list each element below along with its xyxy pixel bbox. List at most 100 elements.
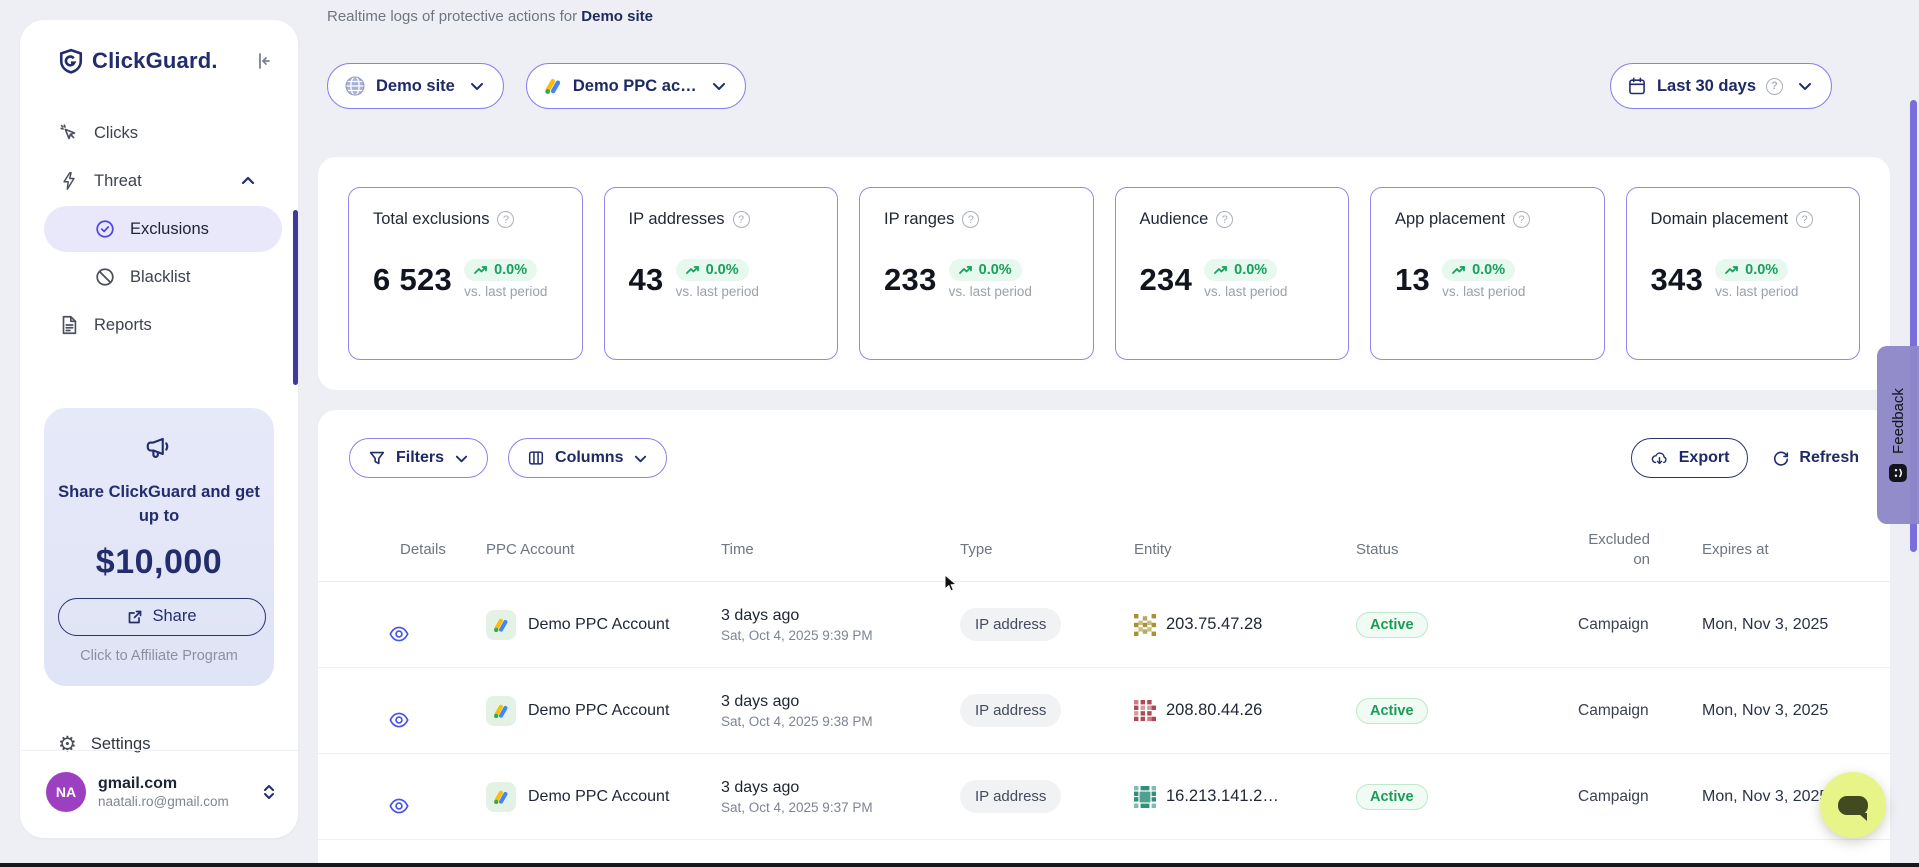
column-header-excluded-on[interactable]: Excluded on [1578, 530, 1668, 569]
cloud-download-icon [1650, 449, 1669, 468]
sidebar-item-label: Clicks [94, 124, 138, 143]
table-row[interactable]: Demo PPC Account 3 days ago Sat, Oct 4, … [318, 582, 1890, 668]
trend-up-icon [474, 264, 488, 276]
help-icon[interactable]: ? [733, 211, 750, 228]
trend-badge: 0.0% [1715, 259, 1788, 281]
sidebar-nav: Clicks Threat Exclusions [20, 110, 298, 348]
export-button[interactable]: Export [1631, 438, 1749, 478]
account-email: naatali.ro@gmail.com [98, 794, 229, 809]
sidebar-item-blacklist[interactable]: Blacklist [44, 254, 282, 300]
stat-value: 43 [629, 263, 664, 297]
column-header-expires-at[interactable]: Expires at [1668, 540, 1852, 560]
ppc-account-name: Demo PPC Account [528, 788, 669, 806]
export-label: Export [1679, 449, 1730, 467]
column-header-type[interactable]: Type [960, 540, 1134, 560]
sidebar-collapse-icon[interactable] [254, 51, 274, 71]
chevron-up-icon [240, 173, 256, 189]
page-subtitle: Realtime logs of protective actions for … [327, 8, 653, 25]
badge-check-icon [94, 218, 116, 240]
trend-up-icon [1725, 264, 1739, 276]
column-header-time[interactable]: Time [721, 540, 960, 560]
column-header-ppc-account[interactable]: PPC Account [486, 540, 721, 560]
stat-label: IP addresses [629, 210, 725, 229]
sidebar-item-reports[interactable]: Reports [20, 302, 282, 348]
type-badge: IP address [960, 608, 1061, 641]
sidebar-item-label: Reports [94, 316, 152, 335]
feedback-logo-icon [1889, 464, 1907, 482]
stat-value: 6 523 [373, 263, 452, 297]
columns-icon [527, 449, 545, 467]
filter-funnel-icon [368, 449, 386, 467]
view-details-button[interactable] [388, 795, 486, 817]
google-ads-icon [486, 610, 516, 640]
type-badge: IP address [960, 694, 1061, 727]
selectors-row: Demo site Demo PPC ac… [327, 63, 1861, 109]
affiliate-promo-card[interactable]: Share ClickGuard and get up to $10,000 S… [44, 408, 274, 686]
filters-button[interactable]: Filters [349, 438, 488, 478]
sidebar-item-label: Blacklist [130, 268, 191, 287]
view-details-button[interactable] [388, 709, 486, 731]
date-range-selector[interactable]: Last 30 days ? [1610, 63, 1832, 109]
date-range-value: Last 30 days [1657, 77, 1756, 96]
trend-caption: vs. last period [1204, 284, 1287, 299]
trend-up-icon [1452, 264, 1466, 276]
sidebar-item-threat[interactable]: Threat [20, 158, 282, 204]
stat-label: App placement [1395, 210, 1505, 229]
trend-badge: 0.0% [676, 259, 749, 281]
column-header-details[interactable]: Details [378, 540, 486, 560]
help-icon[interactable]: ? [962, 211, 979, 228]
time-relative: 3 days ago [721, 607, 960, 625]
google-ads-icon [486, 782, 516, 812]
cursor-click-icon [58, 122, 80, 144]
site-selector-value: Demo site [376, 77, 455, 96]
time-relative: 3 days ago [721, 693, 960, 711]
external-link-icon [127, 609, 143, 625]
ppc-account-selector[interactable]: Demo PPC ac… [526, 63, 746, 109]
sidebar-header: ClickGuard. [20, 48, 298, 74]
table-row[interactable]: Demo PPC Account 3 days ago Sat, Oct 4, … [318, 668, 1890, 754]
columns-label: Columns [555, 449, 623, 467]
status-badge: Active [1356, 784, 1428, 810]
clickguard-logo: ClickGuard. [58, 48, 218, 74]
sidebar-item-label: Threat [94, 172, 142, 191]
refresh-label: Refresh [1799, 449, 1859, 467]
time-absolute: Sat, Oct 4, 2025 9:37 PM [721, 800, 960, 815]
column-header-status[interactable]: Status [1356, 540, 1578, 560]
column-header-entity[interactable]: Entity [1134, 540, 1356, 560]
refresh-icon [1772, 449, 1790, 467]
share-button[interactable]: Share [58, 598, 266, 636]
help-icon[interactable]: ? [1796, 211, 1813, 228]
account-name: gmail.com [98, 775, 229, 793]
sidebar-item-exclusions[interactable]: Exclusions [44, 206, 282, 252]
refresh-button[interactable]: Refresh [1772, 449, 1859, 467]
entity-value: 208.80.44.26 [1166, 701, 1262, 720]
stat-value: 343 [1651, 263, 1704, 297]
stat-card-ip-addresses: IP addresses? 43 0.0% vs. last period [604, 187, 839, 360]
account-switcher[interactable]: NA gmail.com naatali.ro@gmail.com [20, 750, 298, 838]
status-badge: Active [1356, 698, 1428, 724]
clickguard-shield-icon [58, 48, 84, 74]
table-row[interactable]: Demo PPC Account 3 days ago Sat, Oct 4, … [318, 754, 1890, 840]
site-selector[interactable]: Demo site [327, 63, 504, 109]
stat-value: 233 [884, 263, 937, 297]
stat-value: 13 [1395, 263, 1430, 297]
entity-identicon [1134, 614, 1156, 636]
help-icon[interactable]: ? [1216, 211, 1233, 228]
promo-title: Share ClickGuard and get up to [58, 481, 260, 529]
help-icon[interactable]: ? [1513, 211, 1530, 228]
type-badge: IP address [960, 780, 1061, 813]
feedback-tab[interactable]: Feedback [1877, 346, 1919, 524]
chat-launcher-button[interactable] [1820, 772, 1886, 838]
view-details-button[interactable] [388, 623, 486, 645]
help-icon[interactable]: ? [497, 211, 514, 228]
time-absolute: Sat, Oct 4, 2025 9:38 PM [721, 714, 960, 729]
entity-value: 16.213.141.2… [1166, 787, 1279, 806]
google-ads-icon [486, 696, 516, 726]
sidebar-item-clicks[interactable]: Clicks [20, 110, 282, 156]
help-icon[interactable]: ? [1766, 78, 1783, 95]
sidebar-scrollbar[interactable] [293, 210, 298, 385]
ppc-selector-value: Demo PPC ac… [573, 77, 697, 96]
trend-caption: vs. last period [1442, 284, 1525, 299]
sidebar-item-label: Exclusions [130, 220, 209, 239]
columns-button[interactable]: Columns [508, 438, 667, 478]
